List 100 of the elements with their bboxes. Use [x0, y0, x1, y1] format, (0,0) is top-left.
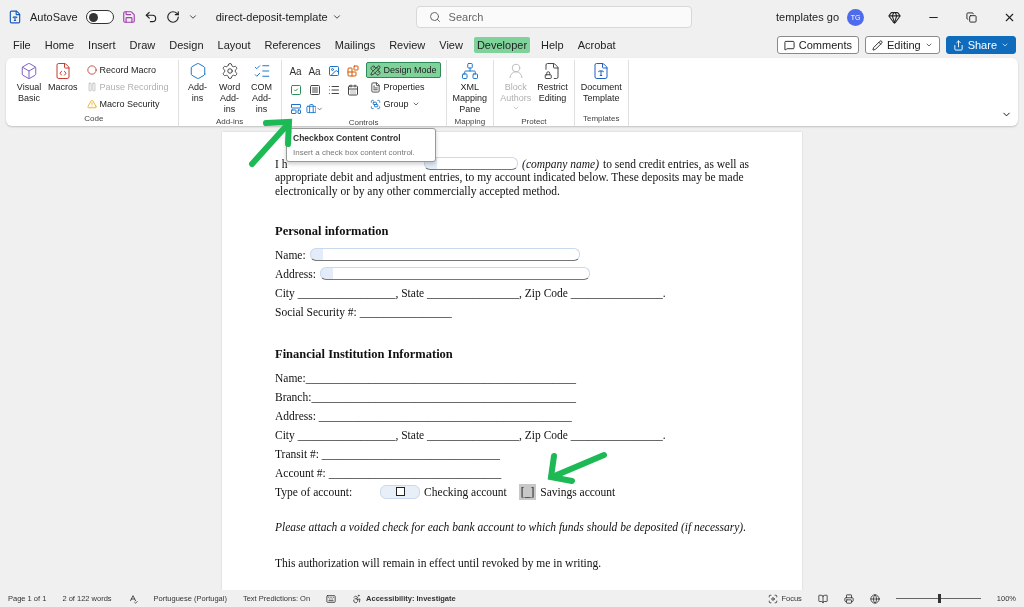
checkbox-control[interactable] [380, 484, 421, 499]
menu-tab[interactable]: Layout [214, 37, 254, 53]
ribbon-button[interactable]: Visual Basic [15, 60, 43, 114]
ribbon-button[interactable]: Document Template [579, 60, 623, 114]
form-line: City _________________, State ________________, Zip Code ________________. [275, 428, 666, 441]
read-mode-icon[interactable] [817, 593, 828, 604]
redo-icon[interactable] [165, 10, 180, 24]
comment-icon [783, 39, 795, 51]
editing-button[interactable]: Editing [865, 36, 940, 54]
caret-icon [316, 105, 324, 113]
ribbon-button[interactable]: Add-ins [183, 60, 212, 117]
menu-tab[interactable]: File [10, 37, 34, 53]
option-label: Savings account [540, 485, 616, 498]
warning-icon [86, 99, 97, 109]
menu-tab[interactable]: Mailings [331, 37, 379, 53]
body-text: I h [275, 157, 288, 170]
content-control[interactable] [319, 267, 590, 280]
menu-tab[interactable]: Draw [126, 37, 159, 53]
user-name: templates go [776, 11, 839, 23]
content-control[interactable] [424, 157, 519, 170]
keyboard-icon[interactable] [326, 593, 337, 604]
menu-tab[interactable]: Insert [85, 37, 119, 53]
undo-icon[interactable] [143, 10, 158, 24]
menu-tab[interactable]: References [261, 37, 324, 53]
customize-icon[interactable] [187, 12, 198, 22]
macro-icon [53, 62, 72, 80]
note-text: Please attach a voided check for each bank account to which funds should be deposited (if necessary). [275, 521, 748, 533]
menu-tab[interactable]: Design [166, 37, 207, 53]
menu-tab[interactable]: Developer [473, 37, 531, 53]
save-icon[interactable] [121, 10, 136, 24]
form-line: Transit #: _______________________________ [275, 447, 501, 460]
focus-icon [768, 593, 779, 604]
ribbon-button[interactable]: Macro Security [82, 96, 173, 112]
proofing-icon[interactable] [127, 593, 138, 604]
tooltip-text: Insert a check box content control. [293, 148, 416, 157]
lock-document-icon [543, 62, 562, 80]
ribbon-button[interactable]: Word Add-ins [215, 60, 244, 117]
body-text: appropriate debit and adjustment entries, to my account indicated below. These deposits may be made electronically or by any other commercially accepted method. [275, 171, 745, 198]
document-icon [592, 62, 611, 80]
arrow-drawing [546, 450, 608, 484]
document-title[interactable]: direct-deposit-template [215, 11, 328, 23]
ribbon-button[interactable]: Record Macro [82, 62, 173, 78]
ribbon-button[interactable]: Restrict Editing [536, 60, 569, 117]
menu-tab[interactable]: View [436, 37, 466, 53]
app-logo-icon [8, 10, 22, 24]
autosave-toggle[interactable] [85, 10, 114, 24]
web-layout-icon[interactable] [869, 593, 880, 604]
ruler-icon [369, 64, 381, 76]
caret-icon [411, 100, 420, 108]
caret-icon[interactable] [331, 12, 342, 22]
search-field[interactable]: Search [415, 6, 692, 28]
checkbox-icon [289, 84, 302, 96]
section-heading: Personal information [275, 224, 390, 239]
menu-tab[interactable]: Acrobat [574, 37, 619, 53]
ribbon-button[interactable]: XML Mapping Pane [451, 60, 489, 117]
field-label: Type of account: [275, 485, 353, 498]
ribbon-button[interactable]: Macros [47, 60, 79, 114]
tooltip-title: Checkbox Content Control [293, 133, 402, 143]
record-icon [86, 65, 97, 75]
form-line: Address: ____________________________________________ [275, 409, 572, 422]
legacy-checkbox[interactable]: [_] [518, 483, 537, 500]
ribbon-button[interactable]: Group [365, 96, 441, 112]
calendar-icon [346, 84, 359, 96]
text-control-button[interactable]: Aa [286, 62, 305, 80]
body-text: This authorization will remain in effect until revoked by me in writing. [275, 557, 603, 569]
content-control[interactable] [309, 248, 580, 261]
list-box-icon [327, 84, 340, 96]
menu-tab[interactable]: Help [538, 37, 567, 53]
autosave-label: AutoSave [30, 11, 78, 23]
ribbon-button[interactable]: Design Mode [365, 62, 441, 78]
company-hint: (company name) [522, 157, 600, 170]
menu-tab[interactable]: Home [41, 37, 78, 53]
caret-icon [511, 104, 520, 112]
caret-icon [924, 41, 933, 49]
group-label: Templates [581, 114, 621, 125]
list-icon [252, 62, 271, 80]
pencil-icon [872, 39, 883, 51]
print-layout-icon[interactable] [843, 593, 854, 604]
group-label: Add-ins [215, 117, 245, 128]
blocks-icon [346, 65, 359, 77]
zoom-thumb[interactable] [938, 594, 942, 603]
ribbon-button[interactable]: COM Add-ins [247, 60, 276, 117]
body-text: to send credit entries, as well as [603, 157, 749, 170]
settings-icon [220, 62, 239, 80]
tree-icon [460, 62, 479, 80]
menu-tab[interactable]: Review [386, 37, 429, 53]
form-line: Social Security #: ________________ [275, 305, 452, 318]
ribbon-button[interactable]: Properties [365, 79, 441, 95]
comments-button[interactable]: Comments [776, 36, 859, 54]
person-icon [506, 62, 525, 80]
restore-icon[interactable] [966, 11, 977, 23]
option-label: Checking account [424, 485, 507, 498]
accessibility-icon [352, 593, 363, 604]
diamond-icon[interactable] [888, 10, 901, 24]
group-label: Controls [347, 118, 380, 129]
group-label: Code [83, 114, 105, 125]
text-control-button[interactable]: Aa [305, 62, 324, 80]
field-label: Address: [275, 267, 316, 280]
share-button[interactable]: Share [945, 36, 1016, 54]
form-line: City _________________, State ________________, Zip Code ________________. [275, 286, 666, 299]
